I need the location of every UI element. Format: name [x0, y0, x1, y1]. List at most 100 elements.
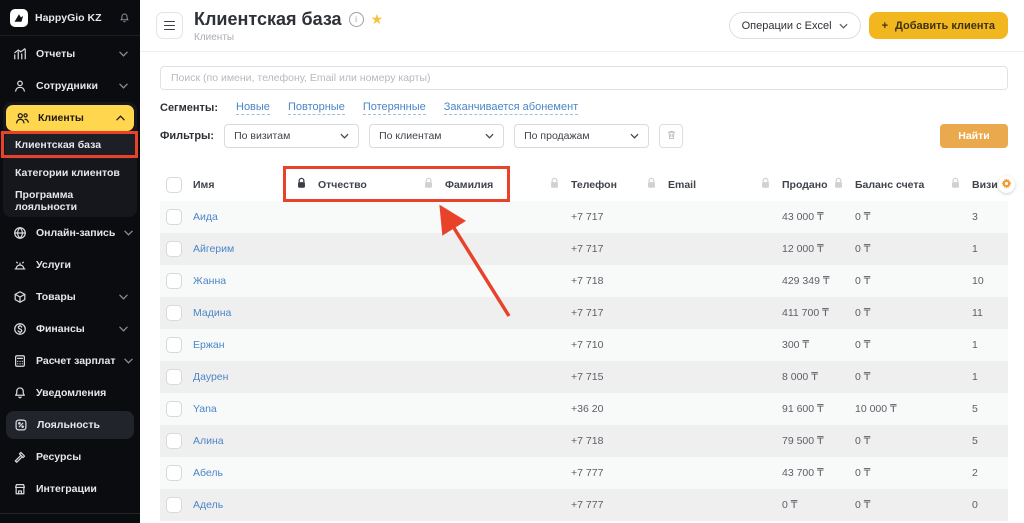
sidebar-item-label: Отчеты — [36, 48, 76, 60]
client-name-link[interactable]: Адель — [193, 499, 296, 511]
segment-link[interactable]: Заканчивается абонемент — [443, 101, 579, 115]
clients-table: Имя Отчество Фамилия Телефон Email Продано Бал… — [160, 168, 1015, 521]
phone-cell: +7 710 — [571, 339, 604, 351]
select-all-checkbox[interactable] — [166, 176, 182, 193]
client-name-link[interactable]: Алина — [193, 435, 296, 447]
sidebar-item-label: Ресурсы — [36, 451, 82, 463]
info-icon[interactable]: i — [348, 11, 364, 27]
row-checkbox[interactable] — [166, 337, 182, 353]
sidebar-item-label: Расчет зарплат — [36, 355, 116, 367]
column-lock-icon[interactable] — [760, 177, 771, 192]
topbar-actions: Операции с Excel + Добавить клиента — [728, 12, 1008, 39]
hammer-icon — [12, 450, 27, 464]
store-icon — [12, 482, 27, 496]
client-name-link[interactable]: Даурен — [193, 371, 296, 383]
client-name-link[interactable]: Мадина — [193, 307, 296, 319]
sidebar-item-reports[interactable]: Отчеты — [0, 38, 140, 70]
client-name-link[interactable]: Абель — [193, 467, 296, 479]
row-checkbox[interactable] — [166, 241, 182, 257]
clear-filters-button[interactable] — [659, 124, 684, 148]
search-input[interactable] — [160, 66, 1008, 90]
column-lock-icon[interactable] — [833, 177, 844, 192]
column-lock-icon[interactable] — [950, 177, 961, 192]
table-row: Абель +7 777 43 700 ₸ 0 ₸ 2 — [160, 457, 1008, 489]
sidebar-item-resources[interactable]: Ресурсы — [0, 441, 140, 473]
find-button[interactable]: Найти — [940, 124, 1008, 148]
menu-toggle-button[interactable] — [156, 12, 183, 39]
percent-icon — [13, 418, 28, 432]
dollar-coin-icon — [12, 322, 27, 336]
row-checkbox[interactable] — [166, 305, 182, 321]
service-bell-icon — [12, 258, 27, 272]
table-header: Имя Отчество Фамилия Телефон Email Продано Бал… — [160, 168, 1015, 201]
sidebar-item-clients[interactable]: Клиенты — [6, 105, 134, 131]
sidebar-subitem[interactable]: Программа лояльности — [3, 187, 137, 215]
column-label: Email — [668, 178, 697, 191]
segments-row: Сегменты: Новые Повторные Потерянные Заканч… — [160, 101, 1008, 115]
notifications-bell-icon[interactable] — [119, 12, 130, 24]
column-lock-icon[interactable] — [549, 177, 560, 192]
chart-icon — [12, 47, 27, 61]
column-header-Имя: Имя — [193, 179, 296, 191]
sidebar-item-employees[interactable]: Сотрудники — [0, 70, 140, 102]
sidebar-group-clients: Клиенты Клиентская база Категории клиентов… — [3, 102, 137, 217]
balance-cell: 0 ₸ — [855, 467, 871, 479]
sidebar-item-products[interactable]: Товары — [0, 281, 140, 313]
client-name-link[interactable]: Аида — [193, 211, 296, 223]
row-checkbox[interactable] — [166, 497, 182, 513]
column-lock-icon[interactable] — [423, 177, 434, 192]
filter-select-value: По продажам — [524, 130, 590, 142]
phone-cell: +7 717 — [571, 211, 604, 223]
client-name-link[interactable]: Ержан — [193, 339, 296, 351]
filter-select[interactable]: По клиентам — [369, 124, 505, 148]
column-lock-icon[interactable] — [646, 177, 657, 192]
row-checkbox[interactable] — [166, 209, 182, 225]
row-checkbox[interactable] — [166, 369, 182, 385]
client-name-link[interactable]: Yana — [193, 403, 296, 415]
globe-icon — [12, 226, 27, 240]
favorite-star-icon[interactable]: ★ — [371, 12, 384, 26]
sidebar-subitem[interactable]: Категории клиентов — [3, 159, 137, 187]
segment-link[interactable]: Новые — [236, 101, 270, 115]
sold-cell: 12 000 ₸ — [782, 243, 824, 255]
segment-link[interactable]: Потерянные — [362, 101, 426, 115]
row-checkbox[interactable] — [166, 273, 182, 289]
sidebar-item-payroll[interactable]: Расчет зарплат — [0, 345, 140, 377]
filter-select[interactable]: По продажам — [514, 124, 650, 148]
filter-select[interactable]: По визитам — [224, 124, 360, 148]
balance-cell: 0 ₸ — [855, 307, 871, 319]
balance-cell: 0 ₸ — [855, 275, 871, 287]
excel-operations-button[interactable]: Операции с Excel — [728, 12, 861, 39]
sidebar-item-services[interactable]: Услуги — [0, 249, 140, 281]
row-checkbox[interactable] — [166, 465, 182, 481]
row-checkbox-cell — [160, 433, 193, 449]
sidebar-item-loyalty[interactable]: Лояльность — [6, 411, 134, 439]
sidebar-subitem[interactable]: Клиентская база — [5, 131, 135, 159]
page-title: Клиентская база — [194, 8, 342, 29]
column-lock-icon[interactable] — [296, 177, 307, 192]
balance-cell: 0 ₸ — [855, 371, 871, 383]
sidebar-item-online-booking[interactable]: Онлайн-запись — [0, 217, 140, 249]
visits-cell: 1 — [972, 339, 978, 351]
sold-cell: 91 600 ₸ — [782, 403, 824, 415]
add-client-button[interactable]: + Добавить клиента — [868, 12, 1008, 39]
column-header-Фамилия: Фамилия — [423, 177, 549, 192]
table-settings-button[interactable] — [998, 176, 1015, 193]
sidebar-item-notifications[interactable]: Уведомления — [0, 377, 140, 409]
segment-link[interactable]: Повторные — [287, 101, 345, 115]
table-row: Жанна +7 718 429 349 ₸ 0 ₸ 10 — [160, 265, 1008, 297]
sidebar-item-finance[interactable]: Финансы — [0, 313, 140, 345]
sold-cell: 43 700 ₸ — [782, 467, 824, 479]
row-checkbox[interactable] — [166, 433, 182, 449]
main-area: Клиентская база i ★ Клиенты Операции с E… — [140, 0, 1024, 523]
balance-cell: 0 ₸ — [855, 339, 871, 351]
column-label: Телефон — [571, 178, 617, 191]
table-row: Мадина +7 717 411 700 ₸ 0 ₸ 11 — [160, 297, 1008, 329]
sidebar-item-integrations[interactable]: Интеграции — [0, 473, 140, 505]
row-checkbox[interactable] — [166, 401, 182, 417]
client-name-link[interactable]: Айгерим — [193, 243, 296, 255]
plus-icon: + — [881, 19, 888, 32]
client-name-link[interactable]: Жанна — [193, 275, 296, 287]
row-checkbox-cell — [160, 209, 193, 225]
bell-icon — [12, 386, 27, 400]
